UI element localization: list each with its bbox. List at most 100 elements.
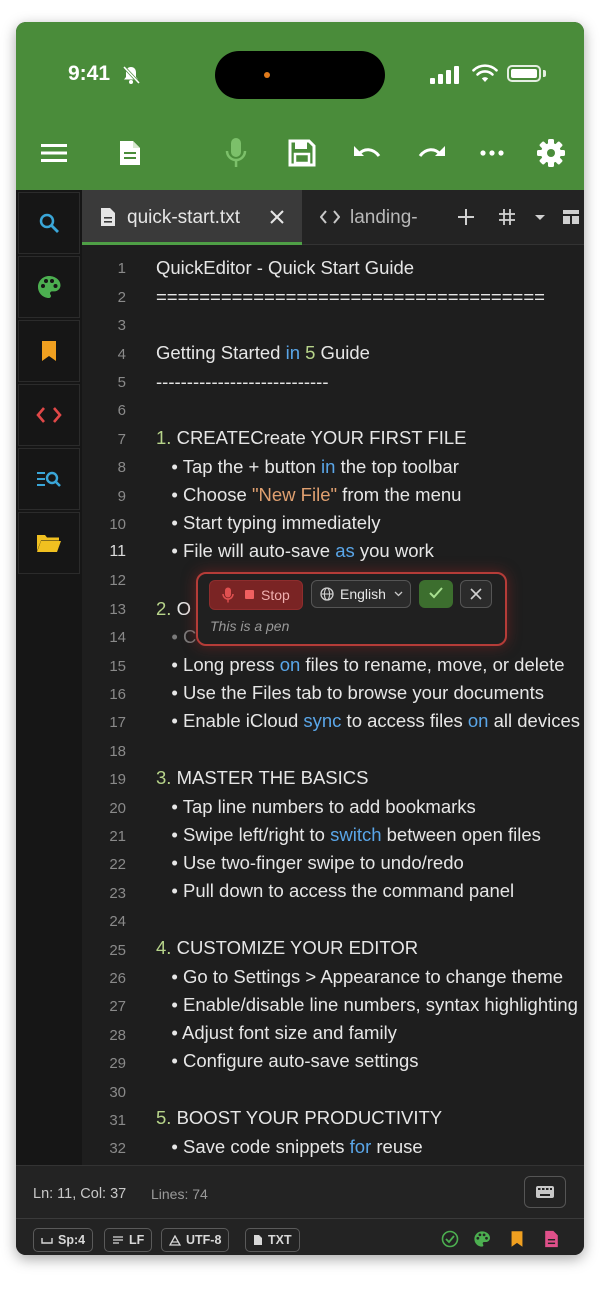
file-icon — [254, 1235, 262, 1245]
sidebar-find-button[interactable] — [18, 448, 80, 510]
bookmark-icon[interactable] — [510, 1230, 524, 1248]
new-document-button[interactable] — [112, 135, 148, 171]
code-line[interactable]: • Tap the + button in the top toolbar — [156, 456, 458, 478]
close-tab-icon[interactable] — [270, 210, 284, 224]
line-number[interactable]: 20 — [82, 800, 126, 817]
menu-button[interactable] — [36, 135, 72, 171]
line-number[interactable]: 27 — [82, 998, 126, 1015]
line-number[interactable]: 31 — [82, 1112, 126, 1129]
line-number[interactable]: 28 — [82, 1027, 126, 1044]
encoding-icon — [169, 1234, 181, 1246]
code-line[interactable]: ==================================== — [156, 286, 545, 308]
code-line[interactable]: • Use two-finger swipe to undo/redo — [156, 852, 463, 874]
code-line[interactable]: 3. MASTER THE BASICS — [156, 767, 368, 789]
tab-quick-start[interactable]: quick-start.txt — [82, 190, 302, 245]
tab-landing[interactable]: landing- — [302, 190, 452, 244]
indent-chip[interactable]: Sp:4 — [33, 1228, 94, 1252]
line-number[interactable]: 18 — [82, 743, 126, 760]
language-select[interactable]: English — [311, 580, 411, 608]
line-number[interactable]: 7 — [82, 431, 126, 448]
encoding-chip[interactable]: UTF-8 — [161, 1228, 230, 1252]
line-number[interactable]: 22 — [82, 856, 126, 873]
line-number[interactable]: 10 — [82, 516, 126, 533]
more-icon — [480, 150, 504, 156]
line-number[interactable]: 12 — [82, 572, 126, 589]
more-button[interactable] — [474, 135, 510, 171]
code-line[interactable]: Getting Started in 5 Guide — [156, 342, 370, 364]
line-number[interactable]: 5 — [82, 374, 126, 391]
microphone-button[interactable] — [218, 135, 254, 171]
line-number[interactable]: 15 — [82, 658, 126, 675]
code-line[interactable]: 4. CUSTOMIZE YOUR EDITOR — [156, 937, 418, 959]
code-line[interactable]: ---------------------------- — [156, 371, 329, 393]
encoding-label: UTF-8 — [186, 1233, 222, 1247]
save-button[interactable] — [284, 135, 320, 171]
stop-recording-button[interactable]: Stop — [209, 580, 303, 610]
line-number[interactable]: 9 — [82, 488, 126, 505]
line-number[interactable]: 29 — [82, 1055, 126, 1072]
code-line[interactable]: • Go to Settings > Appearance to change … — [156, 966, 563, 988]
code-line[interactable]: • Choose "New File" from the menu — [156, 484, 461, 506]
sidebar-search-button[interactable] — [18, 192, 80, 254]
line-number[interactable]: 25 — [82, 942, 126, 959]
line-number[interactable]: 23 — [82, 885, 126, 902]
dropdown-icon[interactable] — [534, 214, 546, 222]
line-number[interactable]: 3 — [82, 317, 126, 334]
grid-icon[interactable] — [498, 208, 516, 226]
check-circle-icon[interactable] — [441, 1230, 459, 1248]
palette-icon[interactable] — [473, 1230, 491, 1248]
settings-button[interactable] — [533, 135, 569, 171]
sidebar-files-button[interactable] — [18, 512, 80, 574]
undo-button[interactable] — [349, 135, 385, 171]
code-line[interactable]: QuickEditor - Quick Start Guide — [156, 257, 414, 279]
line-number[interactable]: 17 — [82, 714, 126, 731]
sidebar-code-button[interactable] — [18, 384, 80, 446]
code-line[interactable]: • Enable/disable line numbers, syntax hi… — [156, 994, 578, 1016]
code-line[interactable]: • Long press on files to rename, move, o… — [156, 654, 564, 676]
line-number[interactable]: 32 — [82, 1140, 126, 1157]
line-number[interactable]: 19 — [82, 771, 126, 788]
code-line[interactable]: • File will auto-save as you work — [156, 540, 434, 562]
line-number[interactable]: 14 — [82, 629, 126, 646]
redo-button[interactable] — [414, 135, 450, 171]
line-number[interactable]: 30 — [82, 1084, 126, 1101]
line-number[interactable]: 26 — [82, 970, 126, 987]
code-line[interactable]: • Swipe left/right to switch between ope… — [156, 824, 541, 846]
code-line[interactable]: • Enable iCloud sync to access files on … — [156, 710, 580, 732]
line-number[interactable]: 13 — [82, 601, 126, 618]
code-line[interactable]: • Adjust font size and family — [156, 1022, 397, 1044]
sidebar-theme-button[interactable] — [18, 256, 80, 318]
folder-icon — [37, 535, 61, 552]
sidebar-bookmarks-button[interactable] — [18, 320, 80, 382]
microphone-icon — [222, 587, 234, 603]
code-line[interactable]: 5. BOOST YOUR PRODUCTIVITY — [156, 1107, 442, 1129]
save-icon — [288, 139, 316, 167]
line-number[interactable]: 4 — [82, 346, 126, 363]
line-number[interactable]: 11 — [82, 543, 126, 561]
line-number[interactable]: 24 — [82, 913, 126, 930]
code-line[interactable]: • Configure auto-save settings — [156, 1050, 418, 1072]
code-line[interactable]: • Use the Files tab to browse your docum… — [156, 682, 544, 704]
line-number[interactable]: 16 — [82, 686, 126, 703]
wifi-icon — [472, 64, 498, 82]
add-tab-icon[interactable] — [457, 208, 475, 226]
code-line[interactable]: • Pull down to access the command panel — [156, 880, 514, 902]
cancel-button[interactable] — [460, 580, 492, 608]
line-number[interactable]: 21 — [82, 828, 126, 845]
code-line[interactable]: 2. O — [156, 598, 191, 620]
document-icon[interactable] — [544, 1230, 559, 1248]
keyboard-toggle-button[interactable] — [524, 1176, 566, 1208]
code-line[interactable]: 1. CREATECreate YOUR FIRST FILE — [156, 427, 466, 449]
confirm-button[interactable] — [419, 580, 453, 608]
layout-icon[interactable] — [562, 209, 580, 225]
line-number[interactable]: 2 — [82, 289, 126, 306]
code-line[interactable]: • Tap line numbers to add bookmarks — [156, 796, 475, 818]
line-number[interactable]: 1 — [82, 260, 126, 277]
line-number[interactable]: 8 — [82, 459, 126, 476]
line-ending-chip[interactable]: LF — [104, 1228, 153, 1252]
line-number[interactable]: 6 — [82, 402, 126, 419]
code-line[interactable]: • Start typing immediately — [156, 512, 380, 534]
battery-icon — [507, 65, 541, 82]
code-line[interactable]: • Save code snippets for reuse — [156, 1136, 422, 1158]
file-type-chip[interactable]: TXT — [245, 1228, 300, 1252]
